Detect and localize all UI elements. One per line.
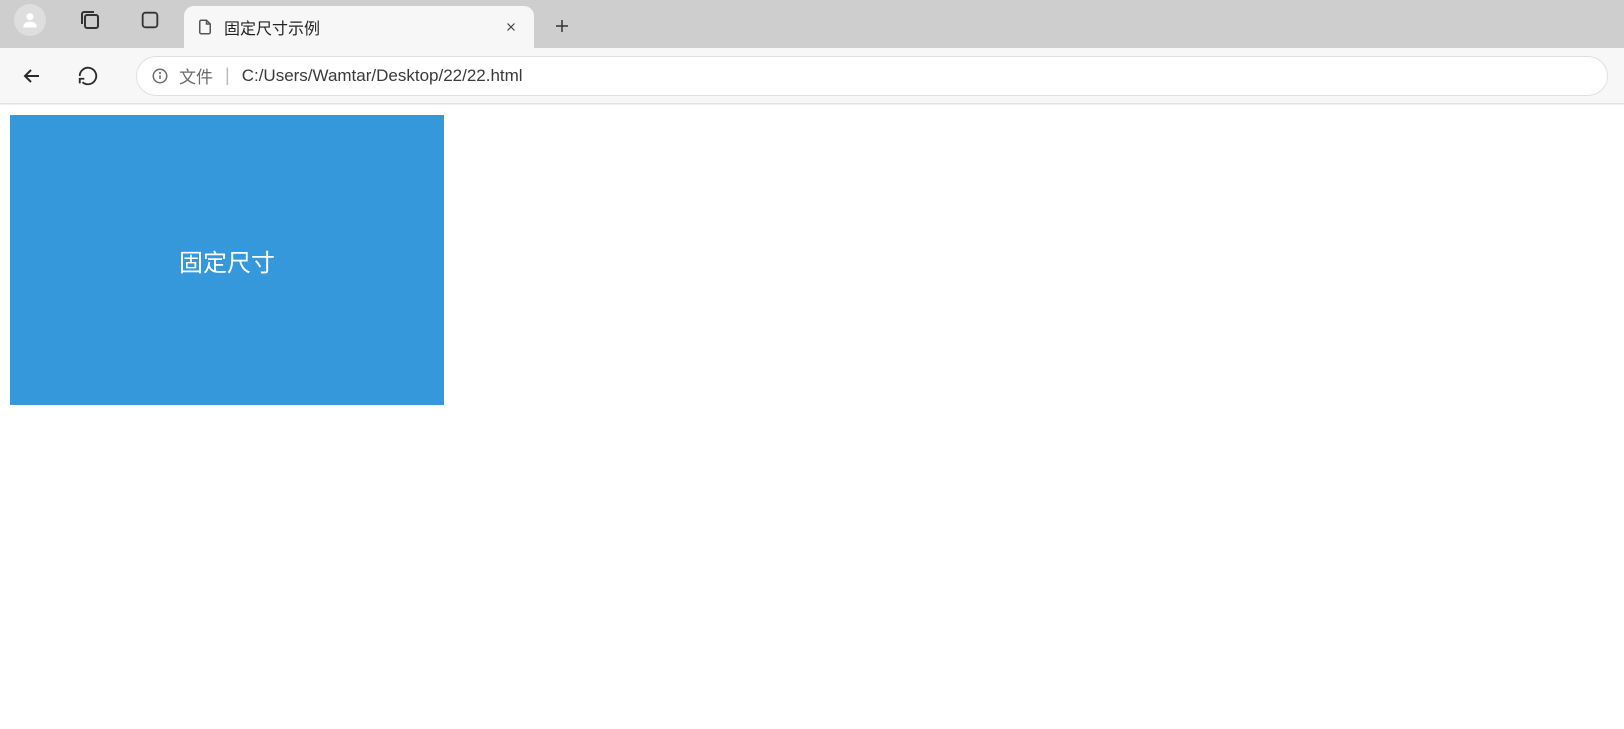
address-scheme-label: 文件 bbox=[179, 63, 213, 88]
collections-icon bbox=[78, 8, 102, 32]
arrow-left-icon bbox=[20, 64, 44, 88]
browser-toolbar: 文件 | C:/Users/Wamtar/Desktop/22/22.html bbox=[0, 48, 1624, 104]
reload-button[interactable] bbox=[72, 60, 104, 92]
tab-close-button[interactable] bbox=[500, 16, 522, 38]
person-icon bbox=[20, 10, 40, 30]
chrome-left-controls bbox=[0, 0, 180, 48]
new-tab-button[interactable] bbox=[542, 6, 582, 46]
plus-icon bbox=[553, 17, 571, 35]
tab-title: 固定尺寸示例 bbox=[224, 15, 490, 39]
square-icon bbox=[139, 9, 161, 31]
file-icon bbox=[196, 18, 214, 36]
address-separator: | bbox=[225, 65, 230, 86]
browser-tab[interactable]: 固定尺寸示例 bbox=[184, 6, 534, 48]
collections-button[interactable] bbox=[74, 4, 106, 36]
page-viewport: 固定尺寸 bbox=[0, 104, 1624, 729]
address-bar[interactable]: 文件 | C:/Users/Wamtar/Desktop/22/22.html bbox=[136, 56, 1608, 96]
workspaces-button[interactable] bbox=[134, 4, 166, 36]
profile-button[interactable] bbox=[14, 4, 46, 36]
back-button[interactable] bbox=[16, 60, 48, 92]
browser-tab-strip: 固定尺寸示例 bbox=[0, 0, 1624, 48]
address-path: C:/Users/Wamtar/Desktop/22/22.html bbox=[242, 66, 523, 86]
fixed-size-box: 固定尺寸 bbox=[10, 115, 444, 405]
reload-icon bbox=[77, 65, 99, 87]
box-label: 固定尺寸 bbox=[179, 243, 275, 278]
info-icon bbox=[151, 67, 169, 85]
close-icon bbox=[504, 20, 518, 34]
